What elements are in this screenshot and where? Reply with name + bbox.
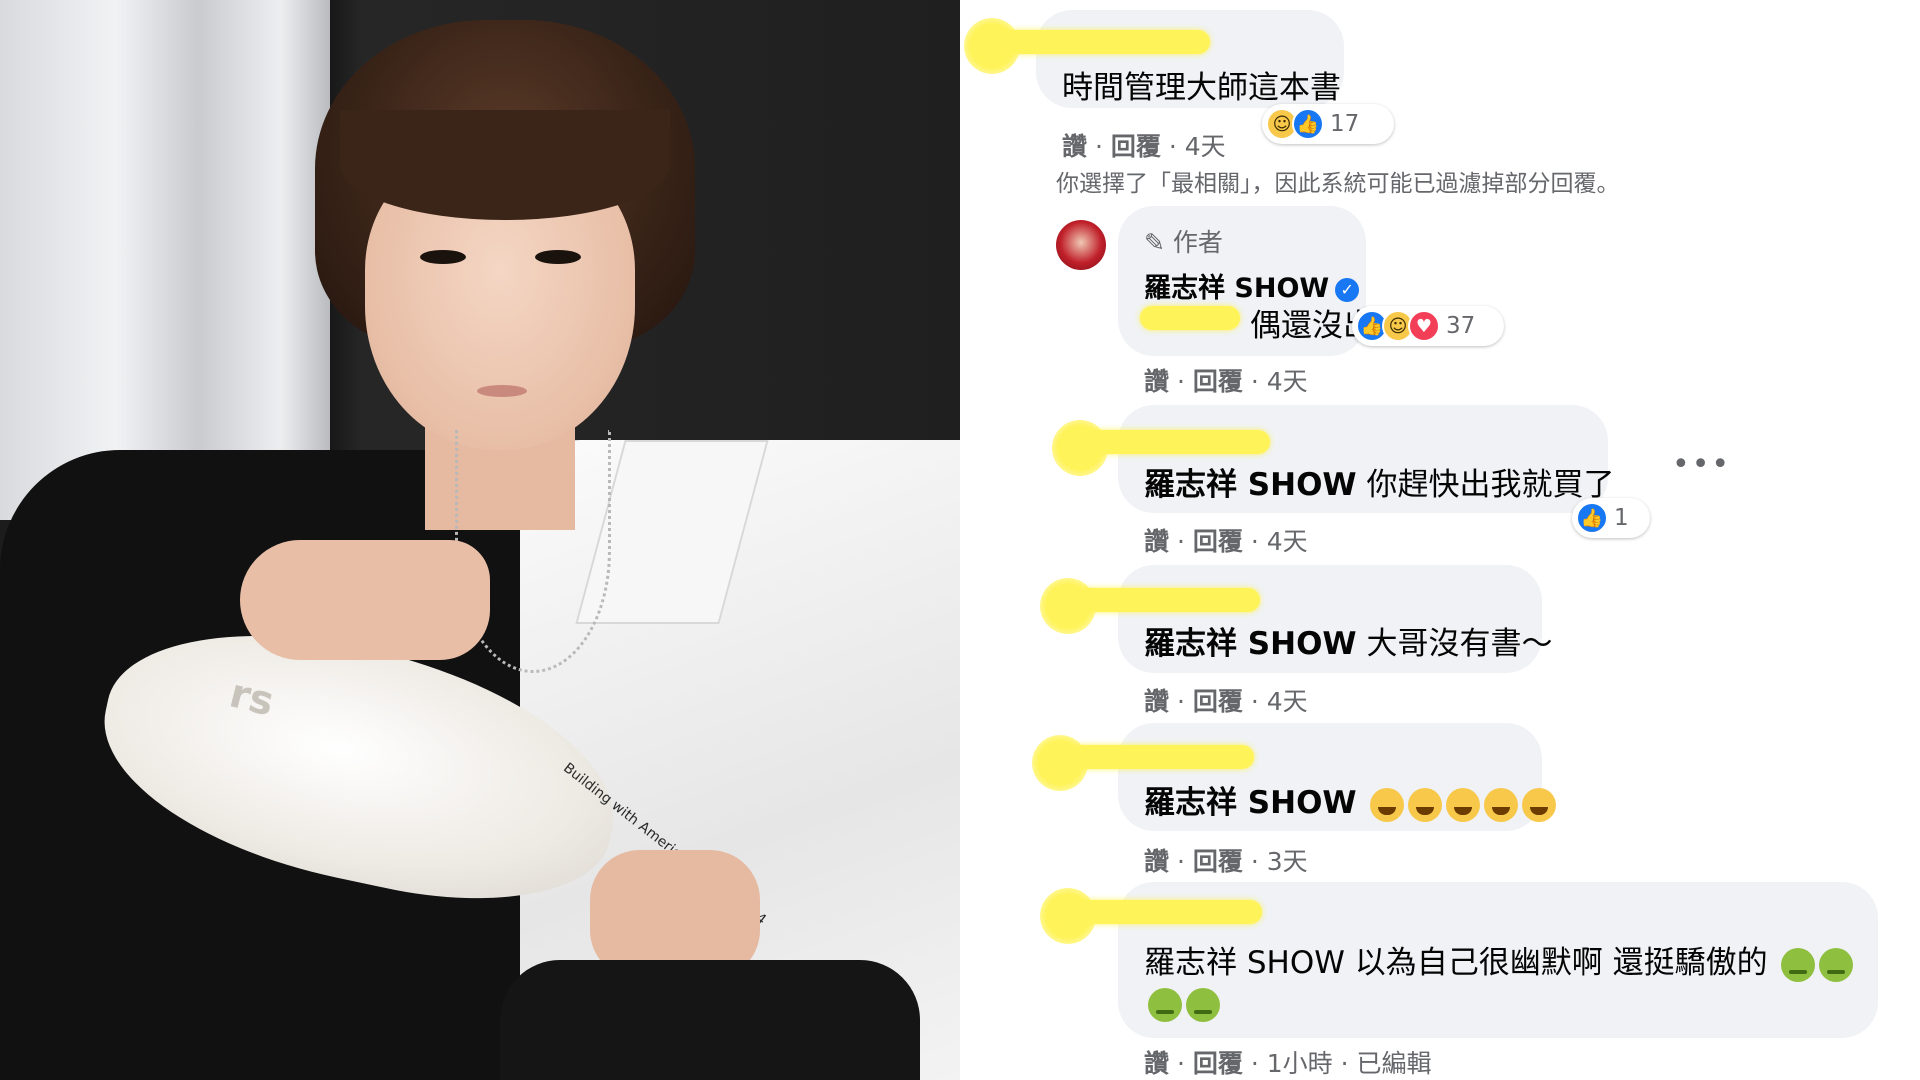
reaction-count: 17 <box>1330 111 1360 137</box>
reaction-summary[interactable]: 👍 ☺ ♥ 37 <box>1352 306 1504 346</box>
mention-link[interactable]: 羅志祥 SHOW <box>1144 945 1345 981</box>
nauseated-emoji <box>1148 987 1182 1022</box>
hair-fringe <box>340 110 670 220</box>
comment-body: 以為自己很幽默啊 還挺驕傲的 <box>1354 945 1768 981</box>
comment-text: 羅志祥 SHOW 你趕快出我就買了 <box>1144 459 1614 504</box>
mention-link[interactable]: 羅志祥 SHOW <box>1144 785 1357 821</box>
like-link[interactable]: 讚 <box>1144 1049 1169 1078</box>
comment-meta: 讚 · 回覆 · 4天 <box>1144 527 1308 556</box>
reply-link[interactable]: 回覆 <box>1111 132 1161 161</box>
edited-label: 已編輯 <box>1356 1049 1432 1078</box>
reaction-summary[interactable]: ☺ 👍 17 <box>1262 104 1394 144</box>
nauseated-emoji <box>1186 987 1220 1022</box>
comment-time: 3天 <box>1266 847 1308 876</box>
like-link[interactable]: 讚 <box>1144 527 1169 556</box>
comment-meta: 讚 · 回覆 · 4天 <box>1062 132 1226 161</box>
redacted-name <box>1044 745 1254 769</box>
comment-body: 你趕快出我就買了 <box>1366 467 1615 503</box>
celebrity-photo: rs Building with American Flag, c.1984 <box>0 0 960 1080</box>
nauseated-emoji <box>1819 947 1854 982</box>
reaction-count: 1 <box>1614 505 1629 531</box>
comment-text: 羅志祥 SHOW <box>1144 777 1557 822</box>
left-eye <box>420 250 466 264</box>
like-link[interactable]: 讚 <box>1062 132 1087 161</box>
comment-meta: 讚 · 回覆 · 1小時 · 已編輯 <box>1144 1049 1432 1078</box>
mention-link[interactable]: 羅志祥 SHOW <box>1144 467 1357 503</box>
comments-panel: 時間管理大師這本書 ☺ 👍 17 讚 · 回覆 · 4天 你選擇了「最相關」，因… <box>960 0 1920 1080</box>
rofl-emoji <box>1446 787 1481 822</box>
mention-link[interactable]: 羅志祥 SHOW <box>1144 626 1357 662</box>
reply-link[interactable]: 回覆 <box>1193 367 1243 396</box>
white-curtain <box>0 0 330 520</box>
laugh-emoji <box>1408 787 1443 822</box>
comment-meta: 讚 · 回覆 · 3天 <box>1144 847 1308 876</box>
reaction-summary[interactable]: 👍 1 <box>1572 498 1650 538</box>
lips <box>477 385 527 397</box>
grin-sweat-emoji <box>1370 787 1405 822</box>
comment-time: 4天 <box>1266 687 1308 716</box>
comment-meta: 讚 · 回覆 · 4天 <box>1144 367 1308 396</box>
rofl-emoji <box>1484 787 1519 822</box>
comment-text-line2 <box>1144 985 1220 1022</box>
comment-text: 時間管理大師這本書 <box>1062 70 1341 106</box>
nauseated-emoji <box>1781 947 1816 982</box>
filter-notice: 你選擇了「最相關」，因此系統可能已過濾掉部分回覆。 <box>1056 171 1620 197</box>
author-tag-label: 作者 <box>1172 228 1223 257</box>
redacted-name <box>1050 588 1260 612</box>
comment-text: 羅志祥 SHOW 大哥沒有書～ <box>1144 618 1552 663</box>
like-icon: 👍 <box>1576 502 1608 534</box>
like-icon: 👍 <box>1292 108 1324 140</box>
hand <box>240 540 490 660</box>
comment-body: 大哥沒有書～ <box>1366 626 1553 662</box>
rofl-emoji <box>1522 787 1557 822</box>
comment-meta: 讚 · 回覆 · 4天 <box>1144 687 1308 716</box>
like-link[interactable]: 讚 <box>1144 367 1169 396</box>
redacted-name <box>1060 430 1270 454</box>
love-icon: ♥ <box>1408 310 1440 342</box>
redacted-name <box>1000 30 1210 54</box>
comment-text: 羅志祥 SHOW 以為自己很幽默啊 還挺驕傲的 <box>1144 937 1854 982</box>
reply-link[interactable]: 回覆 <box>1193 527 1243 556</box>
pencil-icon: ✎ <box>1144 228 1165 257</box>
redacted-name <box>1052 900 1262 924</box>
like-link[interactable]: 讚 <box>1144 687 1169 716</box>
author-avatar[interactable] <box>1056 220 1106 270</box>
comment-time: 4天 <box>1266 527 1308 556</box>
black-sneaker <box>500 960 920 1080</box>
right-eye <box>535 250 581 264</box>
reaction-count: 37 <box>1446 313 1476 339</box>
comment-time: 1小時 <box>1266 1049 1333 1078</box>
more-options-button[interactable]: ••• <box>1672 447 1731 482</box>
verified-icon: ✓ <box>1335 277 1360 302</box>
reply-link[interactable]: 回覆 <box>1193 847 1243 876</box>
comment-time: 4天 <box>1184 132 1226 161</box>
reply-link[interactable]: 回覆 <box>1193 1049 1243 1078</box>
like-link[interactable]: 讚 <box>1144 847 1169 876</box>
reply-link[interactable]: 回覆 <box>1193 687 1243 716</box>
comment-time: 4天 <box>1266 367 1308 396</box>
author-badge: ✎ 作者 <box>1144 223 1223 259</box>
redacted-mention <box>1140 306 1240 330</box>
